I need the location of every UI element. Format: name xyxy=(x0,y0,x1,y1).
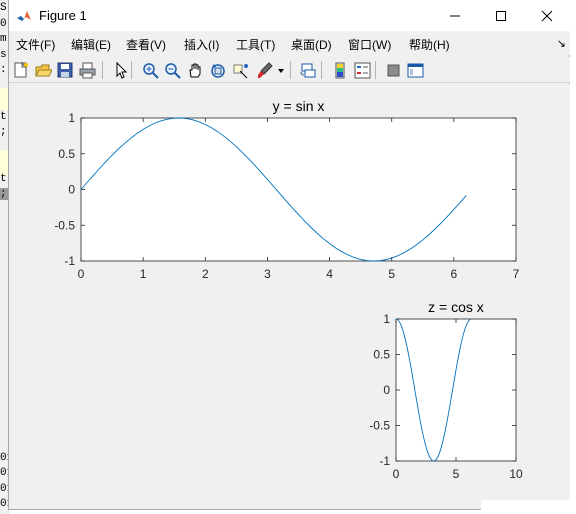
minimize-icon xyxy=(450,15,460,16)
menu-item-2[interactable]: 查看(V) xyxy=(126,36,166,53)
chart-title: z = cos x xyxy=(428,299,484,315)
x-tick-label: 0 xyxy=(78,267,85,281)
zoom-out-button[interactable] xyxy=(162,60,182,80)
insert-colorbar-icon xyxy=(335,62,345,79)
menu-item-7[interactable]: 帮助(H) xyxy=(409,36,450,53)
x-tick-label: 6 xyxy=(451,267,458,281)
x-tick-label: 5 xyxy=(388,267,395,281)
pan-icon xyxy=(189,63,201,78)
menu-item-6[interactable]: 窗口(W) xyxy=(348,36,391,53)
zoom-in-icon xyxy=(143,63,159,79)
y-tick-label: -1 xyxy=(64,254,75,268)
y-tick-label: 0.5 xyxy=(373,348,390,362)
menu-item-3[interactable]: 插入(I) xyxy=(184,36,219,53)
title-bar[interactable]: Figure 1 xyxy=(9,0,570,31)
dock-figure-icon[interactable]: ↘ xyxy=(557,37,566,50)
x-tick-label: 4 xyxy=(326,267,333,281)
save-icon xyxy=(57,62,73,78)
axes-box xyxy=(80,117,517,262)
y-tick-label: -0.5 xyxy=(369,419,390,433)
figure-window: Figure 1 文件(F) 编辑(E) 查看(V) 插入(I) 工具(T) 桌面(D) 窗… xyxy=(8,0,570,510)
x-tick-label: 2 xyxy=(202,267,209,281)
toolbar-separator xyxy=(375,61,376,79)
y-tick-label: -1 xyxy=(379,454,390,468)
new-figure-button[interactable] xyxy=(11,60,31,80)
open-file-button[interactable] xyxy=(33,60,53,80)
data-cursor-icon xyxy=(233,64,248,79)
insert-legend-button[interactable] xyxy=(352,60,372,80)
x-tick-label: 10 xyxy=(509,467,523,481)
link-plot-icon xyxy=(300,63,316,78)
insert-colorbar-button[interactable] xyxy=(330,60,350,80)
status-strip xyxy=(481,500,576,514)
toolbar-separator xyxy=(131,61,132,79)
zoom-out-icon xyxy=(165,63,181,79)
figure-canvas: y = sin x 0 1 2 3 4 5 6 7 1 0.5 0 -0.5 -1 z = cos x 0 5 1… xyxy=(9,84,570,509)
x-tick-label: 5 xyxy=(453,467,460,481)
y-tick-label: 0 xyxy=(383,383,390,397)
print-button[interactable] xyxy=(77,60,97,80)
print-icon xyxy=(79,62,96,79)
show-plot-tools-button[interactable] xyxy=(405,60,425,80)
maximize-button[interactable] xyxy=(478,0,524,31)
brush-button[interactable] xyxy=(255,60,275,80)
toolbar-separator xyxy=(290,61,291,79)
edit-plot-pointer-icon xyxy=(116,61,128,79)
edit-plot-pointer-button[interactable] xyxy=(111,60,131,80)
menu-item-5[interactable]: 桌面(D) xyxy=(291,36,332,53)
toolbar-separator xyxy=(102,61,103,79)
zoom-in-button[interactable] xyxy=(140,60,160,80)
axes-box xyxy=(395,318,517,462)
open-file-icon xyxy=(35,64,52,77)
minimize-button[interactable] xyxy=(432,0,478,31)
figure-toolbar xyxy=(9,57,570,83)
axes-1: z = cos x 0 5 10 1 0.5 0 -0.5 -1 xyxy=(369,299,523,481)
insert-legend-icon xyxy=(354,62,371,79)
x-tick-label: 3 xyxy=(264,267,271,281)
maximize-icon xyxy=(496,10,506,21)
plots-area: y = sin x 0 1 2 3 4 5 6 7 1 0.5 0 -0.5 -1 z = cos x 0 5 1… xyxy=(54,98,523,481)
x-tick-label: 1 xyxy=(140,267,147,281)
brush-dropdown-button[interactable] xyxy=(275,60,287,80)
show-plot-tools-icon xyxy=(407,63,424,78)
new-figure-icon xyxy=(14,61,28,78)
axes-0: y = sin x 0 1 2 3 4 5 6 7 1 0.5 0 -0.5 -1 xyxy=(54,98,519,281)
matlab-logo-icon xyxy=(17,11,31,21)
rotate-3d-icon xyxy=(211,64,225,78)
menu-bar: 文件(F) 编辑(E) 查看(V) 插入(I) 工具(T) 桌面(D) 窗口(W) 帮助(H)… xyxy=(9,31,570,55)
toolbar-separator xyxy=(321,61,322,79)
close-button[interactable] xyxy=(524,0,570,31)
hide-plot-tools-button[interactable] xyxy=(383,60,403,80)
y-tick-label: 0.5 xyxy=(58,147,75,161)
brush-icon xyxy=(258,62,273,78)
data-cursor-button[interactable] xyxy=(231,60,251,80)
link-plot-button[interactable] xyxy=(298,60,318,80)
close-icon xyxy=(541,10,553,21)
y-tick-label: 0 xyxy=(68,183,75,197)
menu-item-1[interactable]: 编辑(E) xyxy=(71,36,111,53)
menu-item-4[interactable]: 工具(T) xyxy=(236,36,275,53)
y-tick-label: 1 xyxy=(68,111,75,125)
pan-button[interactable] xyxy=(185,60,205,80)
hide-plot-tools-icon xyxy=(387,64,400,77)
menu-item-0[interactable]: 文件(F) xyxy=(16,36,55,53)
save-button[interactable] xyxy=(55,60,75,80)
y-tick-label: -0.5 xyxy=(54,218,75,232)
rotate-3d-button[interactable] xyxy=(208,60,228,80)
x-tick-label: 7 xyxy=(513,267,520,281)
y-tick-label: 1 xyxy=(383,312,390,326)
window-title: Figure 1 xyxy=(39,8,87,23)
brush-dropdown-icon xyxy=(278,69,284,73)
chart-title: y = sin x xyxy=(273,98,325,114)
x-tick-label: 0 xyxy=(393,467,400,481)
